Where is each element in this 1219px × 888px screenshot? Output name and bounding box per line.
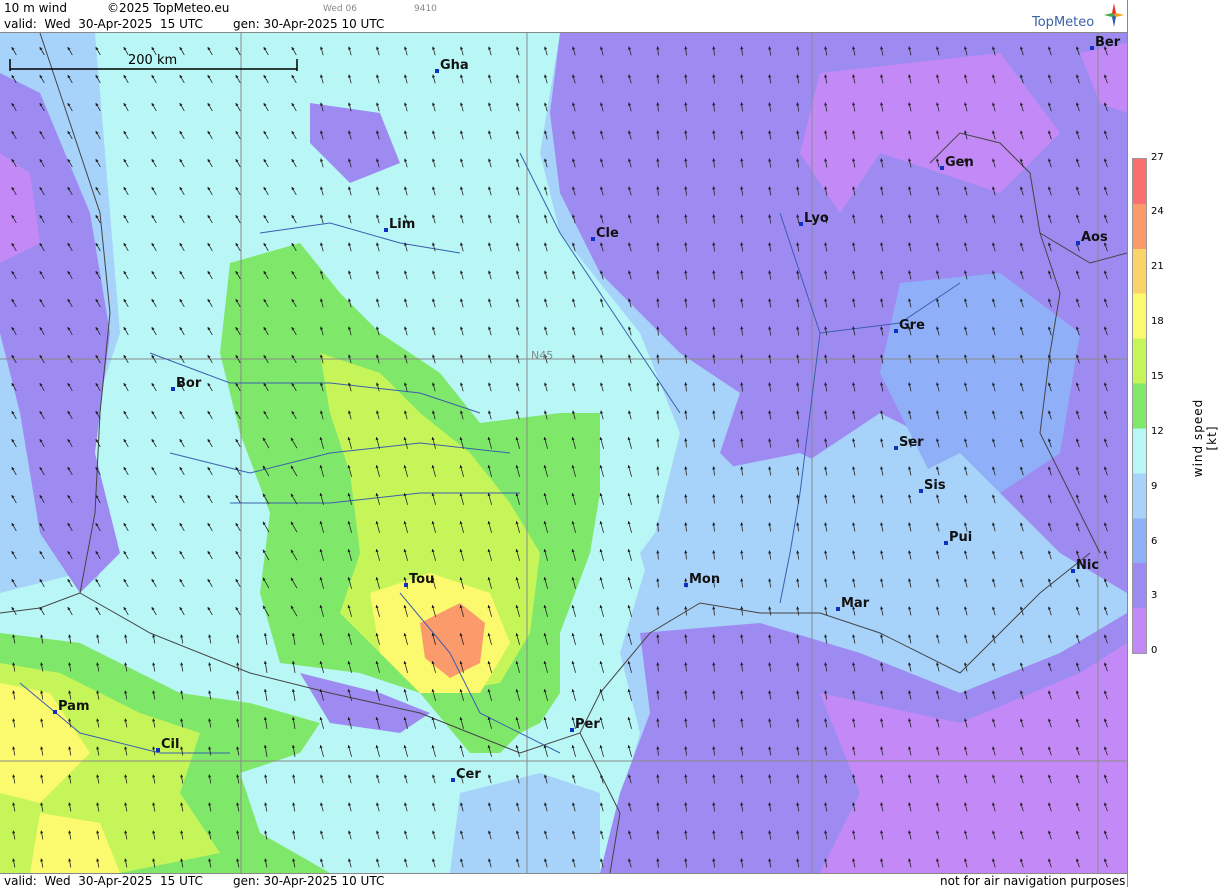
city-bor[interactable]: Bor — [171, 376, 202, 391]
city-per[interactable]: Per — [570, 717, 600, 732]
city-marker — [53, 710, 57, 714]
city-label: Pam — [58, 699, 90, 714]
legend-tick-6: 6 — [1151, 536, 1158, 547]
legend-tick-9: 9 — [1151, 481, 1158, 492]
city-label: Lyo — [804, 211, 829, 226]
city-marker — [894, 446, 898, 450]
copyright: ©2025 TopMeteo.eu — [107, 1, 230, 15]
city-mon[interactable]: Mon — [684, 572, 720, 587]
city-marker — [894, 329, 898, 333]
city-marker — [799, 222, 803, 226]
header-bar: 10 m wind ©2025 TopMeteo.eu Wed 06 9410 … — [0, 0, 1127, 33]
legend-tick-27: 27 — [1151, 152, 1164, 163]
city-marker — [435, 69, 439, 73]
topmeteo-logo: TopMeteo — [1032, 3, 1124, 31]
legend-title: wind speed [kt] — [1191, 398, 1219, 478]
city-label: Tou — [409, 572, 434, 587]
city-sis[interactable]: Sis — [919, 478, 946, 493]
city-gen[interactable]: Gen — [940, 155, 974, 170]
city-label: Mon — [689, 572, 720, 587]
legend-tick-15: 15 — [1151, 371, 1164, 382]
city-ser[interactable]: Ser — [894, 435, 924, 450]
wind-map-canvas: 200 km N45 Gha Ber Gen Lim Cle Lyo Aos Gre Bor Se… — [0, 33, 1127, 873]
latitude-label-n45: N45 — [531, 349, 553, 362]
city-cle[interactable]: Cle — [591, 226, 619, 241]
footer-valid-time: valid: Wed 30-Apr-2025 15 UTC — [4, 874, 203, 888]
logo-text: TopMeteo — [1032, 15, 1095, 30]
city-gre[interactable]: Gre — [894, 318, 925, 333]
city-marker — [684, 583, 688, 587]
wind-map[interactable]: 200 km N45 Gha Ber Gen Lim Cle Lyo Aos Gre Bor Se… — [0, 33, 1127, 873]
city-mar[interactable]: Mar — [836, 596, 870, 611]
city-pam[interactable]: Pam — [53, 699, 90, 714]
legend-tick-21: 21 — [1151, 261, 1164, 272]
legend-tick-0: 0 — [1151, 645, 1158, 656]
city-label: Gha — [440, 58, 469, 73]
city-marker — [940, 166, 944, 170]
city-label: Cil — [161, 737, 179, 752]
city-marker — [570, 728, 574, 732]
legend-tick-24: 24 — [1151, 206, 1164, 217]
footer-bar: valid: Wed 30-Apr-2025 15 UTC gen: 30-Ap… — [0, 873, 1127, 888]
city-marker — [1071, 569, 1075, 573]
city-marker — [836, 607, 840, 611]
legend-tick-18: 18 — [1151, 316, 1164, 327]
city-label: Cer — [456, 767, 481, 782]
city-ber[interactable]: Ber — [1090, 35, 1121, 50]
city-label: Aos — [1081, 230, 1108, 245]
small-day-label: Wed 06 — [323, 4, 357, 14]
city-label: Gen — [945, 155, 974, 170]
city-aos[interactable]: Aos — [1076, 230, 1108, 245]
city-label: Cle — [596, 226, 619, 241]
city-marker — [919, 489, 923, 493]
city-label: Lim — [389, 217, 415, 232]
city-label: Mar — [841, 596, 870, 611]
city-marker — [404, 583, 408, 587]
city-label: Pui — [949, 530, 972, 545]
city-label: Nic — [1076, 558, 1099, 573]
city-marker — [944, 541, 948, 545]
legend-tick-12: 12 — [1151, 426, 1164, 437]
city-label: Ber — [1095, 35, 1121, 50]
city-marker — [591, 237, 595, 241]
legend-tick-3: 3 — [1151, 590, 1158, 601]
city-marker — [156, 748, 160, 752]
city-gha[interactable]: Gha — [435, 58, 469, 73]
city-label: Ser — [899, 435, 924, 450]
city-cer[interactable]: Cer — [451, 767, 481, 782]
city-nic[interactable]: Nic — [1071, 558, 1099, 573]
footer-gen-time: gen: 30-Apr-2025 10 UTC — [233, 874, 385, 888]
city-lyo[interactable]: Lyo — [799, 211, 829, 226]
city-label: Gre — [899, 318, 925, 333]
city-label: Bor — [176, 376, 202, 391]
header-gen-time: gen: 30-Apr-2025 10 UTC — [233, 17, 385, 31]
compass-star-icon — [1104, 3, 1124, 27]
city-marker — [451, 778, 455, 782]
navigation-disclaimer: not for air navigation purposes — [940, 874, 1126, 888]
city-lim[interactable]: Lim — [384, 217, 415, 232]
city-label: Sis — [924, 478, 946, 493]
city-marker — [384, 228, 388, 232]
city-pui[interactable]: Pui — [944, 530, 972, 545]
city-marker — [1090, 46, 1094, 50]
product-title: 10 m wind — [4, 1, 67, 15]
city-marker — [171, 387, 175, 391]
city-tou[interactable]: Tou — [404, 572, 434, 587]
city-marker — [1076, 241, 1080, 245]
small-code-label: 9410 — [414, 4, 437, 14]
header-valid-time: valid: Wed 30-Apr-2025 15 UTC — [4, 17, 203, 31]
legend-color-bar — [1132, 158, 1147, 654]
scale-bar-label: 200 km — [128, 53, 177, 68]
city-label: Per — [575, 717, 600, 732]
